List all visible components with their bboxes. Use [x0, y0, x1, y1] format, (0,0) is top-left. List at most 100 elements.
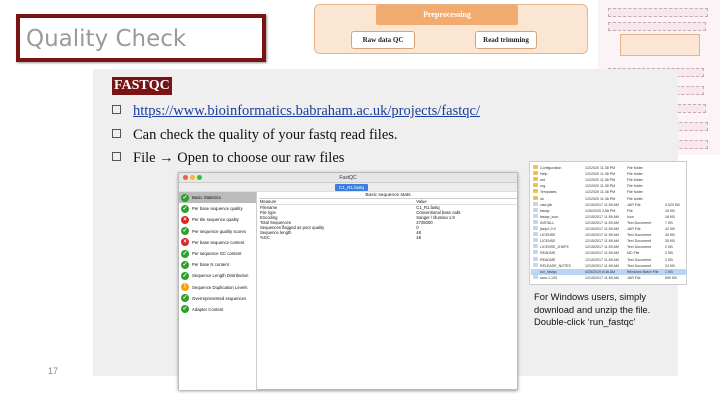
file-date: 12/15/2017 11:59 AM — [585, 202, 619, 207]
module-item[interactable]: ✓ Per base N content — [179, 259, 256, 270]
fastqc-link[interactable]: https://www.bioinformatics.babraham.ac.u… — [133, 103, 480, 119]
file-type: JAR File — [627, 202, 641, 207]
folder-icon — [533, 165, 538, 169]
module-item[interactable]: ✓ Adapter Content — [179, 304, 256, 315]
file-row[interactable]: LICENSE_JHDF5 12/15/2017 11:59 AM Text Doc… — [531, 244, 687, 250]
check-icon: ✓ — [181, 260, 189, 269]
file-date: 12/15/2017 11:59 AM — [585, 275, 619, 280]
file-date: 1/30/2020 2:56 PM — [585, 208, 616, 213]
file-row[interactable]: LICENSE 12/15/2017 11:59 AM Text Document 3… — [531, 238, 687, 244]
read-trimming-box: Read trimming — [475, 31, 537, 49]
file-size: 2 KB — [665, 251, 673, 256]
file-size: 34 KB — [665, 233, 675, 238]
file-row[interactable]: fastqc_icon 12/15/2017 11:59 AM Icon 18 KB — [531, 213, 687, 220]
module-label: Per tile sequence quality — [192, 217, 239, 223]
module-label: Sequence Length Distribution — [192, 273, 249, 279]
file-row[interactable]: README 12/15/2017 11:59 AM Text Document 2 … — [531, 256, 687, 263]
preprocessing-header: Preprocessing — [376, 5, 518, 25]
file-size: 18 KB — [665, 214, 675, 219]
file-row[interactable]: org 1/2/2020 11:38 PM File folder — [531, 183, 687, 189]
file-row[interactable]: Templates 1/2/2020 11:38 PM File folder — [531, 189, 687, 195]
file-icon — [533, 213, 538, 218]
file-type: Text Document — [627, 239, 651, 244]
table-cell: 48 — [416, 235, 421, 240]
maximize-window-icon[interactable] — [197, 175, 202, 180]
file-row[interactable]: net 1/2/2020 11:38 PM File folder — [531, 177, 687, 183]
file-type: File folder — [627, 178, 643, 183]
folder-icon — [533, 183, 538, 188]
module-item[interactable]: ✓ Per sequence quality scores — [179, 226, 256, 237]
module-item[interactable]: × Per tile sequence quality — [179, 214, 256, 225]
table-cell: %GC — [260, 235, 271, 240]
file-icon — [533, 226, 538, 230]
file-size: 15 KB — [665, 208, 675, 213]
raw-data-qc-box: Raw data QC — [351, 31, 415, 49]
file-type: File folder — [627, 172, 643, 177]
folder-icon — [533, 171, 538, 176]
file-date: 4/25/2019 8:46 AM — [585, 269, 616, 274]
check-icon: ✓ — [181, 193, 189, 202]
file-row[interactable]: INSTALL 12/15/2017 11:59 AM Text Document 7… — [531, 219, 687, 226]
file-row[interactable]: RELEASE_NOTES 12/15/2017 11:59 AM Text Doc… — [531, 262, 687, 269]
file-row[interactable]: uk 1/2/2020 11:38 PM File folder — [531, 195, 687, 202]
module-item[interactable]: ✓ Sequence Length Distribution — [179, 270, 256, 281]
file-date: 1/2/2020 11:38 PM — [585, 172, 616, 177]
file-icon — [533, 219, 538, 224]
file-row[interactable]: cisd-jdk 12/15/2017 11:59 AM JAR File 3,020… — [531, 201, 687, 208]
file-row[interactable]: Help 1/2/2020 11:38 PM File folder — [531, 171, 687, 177]
file-icon — [533, 268, 538, 273]
file-size: 690 KB — [665, 275, 677, 280]
file-row[interactable]: run_fastqc 4/25/2019 8:46 AM Windows Batch… — [531, 268, 687, 275]
file-type: File folder — [627, 184, 643, 189]
file-date: 1/2/2020 11:38 PM — [585, 178, 616, 183]
check-icon: ✓ — [181, 204, 189, 213]
file-type: Text Document — [627, 220, 651, 225]
bullet-box-icon — [112, 129, 121, 138]
bullet-text: Can check the quality of your fastq read… — [133, 127, 398, 143]
file-type: File folder — [627, 196, 643, 201]
file-type: File folder — [627, 190, 643, 195]
module-label: Adapter Content — [192, 306, 224, 312]
file-row[interactable]: fastqc 1/30/2020 2:56 PM File 15 KB — [531, 207, 687, 214]
file-name: jbzip2-0.9 — [540, 227, 556, 231]
module-item[interactable]: ✓ Basic Statistics — [179, 192, 256, 204]
file-icon — [533, 262, 538, 267]
note-line: For Windows users, simply — [534, 291, 647, 302]
bullet-item: https://www.bioinformatics.babraham.ac.u… — [112, 103, 480, 120]
module-item[interactable]: ✓ Overrepresented sequences — [179, 293, 256, 304]
file-type: Text Document — [627, 233, 651, 238]
file-date: 1/2/2020 11:38 PM — [585, 190, 616, 195]
file-date: 12/15/2017 11:59 AM — [585, 220, 619, 225]
minimize-window-icon[interactable] — [190, 175, 195, 180]
check-icon: ✓ — [181, 227, 189, 236]
bullet-box-icon — [112, 105, 121, 114]
file-row[interactable]: LICENSE 12/15/2017 11:59 AM Text Document 3… — [531, 232, 687, 238]
file-date: 12/15/2017 11:59 AM — [585, 233, 619, 238]
fastqc-window: FastQC C1_R1.fastq ✓ Basic Statistics ✓ Per… — [178, 172, 518, 390]
file-type: Text Document — [627, 245, 651, 250]
file-type: Text Document — [627, 257, 651, 262]
module-item[interactable]: ! Sequence Duplication Levels — [179, 282, 256, 293]
file-icon — [533, 201, 538, 206]
file-tab[interactable]: C1_R1.fastq — [335, 184, 369, 191]
file-icon — [533, 256, 538, 261]
file-type: Icon — [627, 214, 634, 219]
file-size: 2 KB — [665, 257, 673, 262]
section-heading: FASTQC — [112, 77, 172, 95]
file-icon — [533, 250, 538, 255]
file-row[interactable]: sam-1.103 12/15/2017 11:59 AM JAR File 690 … — [531, 274, 687, 281]
file-row[interactable]: README 12/15/2017 11:59 AM MD File 2 KB — [531, 250, 687, 256]
close-window-icon[interactable] — [183, 175, 188, 180]
module-label: Overrepresented sequences — [192, 295, 247, 301]
file-name: uk — [540, 196, 544, 201]
file-row[interactable]: jbzip2-0.9 12/15/2017 11:59 AM JAR File 42 … — [531, 226, 687, 232]
module-item[interactable]: ✓ Per base sequence quality — [179, 203, 256, 214]
cross-icon: × — [181, 238, 189, 247]
file-name: run_fastqc — [540, 269, 557, 274]
fastqc-window-title: FastQC — [339, 175, 357, 181]
module-item[interactable]: × Per base sequence content — [179, 237, 256, 248]
file-row[interactable]: Configuration 1/2/2020 11:38 PM File folde… — [531, 165, 687, 171]
module-label: Per base sequence quality — [192, 206, 243, 212]
module-item[interactable]: ✓ Per sequence GC content — [179, 248, 256, 259]
note-line: download and unzip the file. — [534, 303, 651, 315]
